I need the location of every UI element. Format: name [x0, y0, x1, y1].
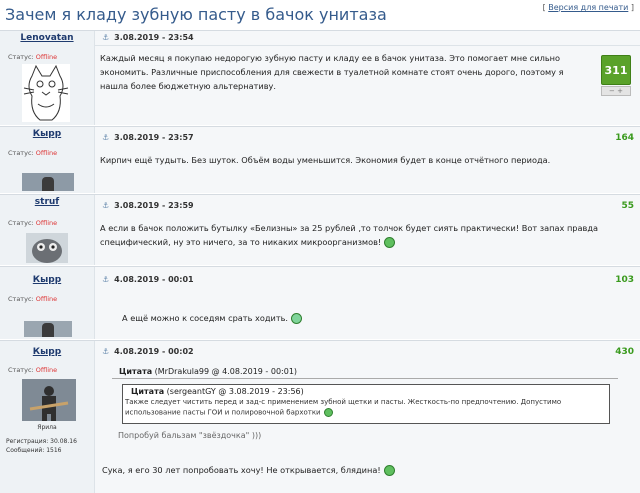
author-name[interactable]: Кырр — [0, 129, 94, 139]
post-body: А если в бачок положить бутылку «Белизны… — [100, 223, 599, 248]
post: struf Статус: Offline ⚓ 3.08.2019 - 23:59… — [0, 194, 640, 265]
topic-header: Зачем я кладу зубную пасту в бачок унита… — [0, 0, 640, 31]
post-header: ⚓ 3.08.2019 - 23:59 55 — [94, 195, 640, 211]
avatar-caption: Ярила — [37, 424, 57, 431]
quote-inner: Цитата (sergeantGY @ 3.08.2019 - 23:56) … — [122, 384, 610, 424]
post-rating: 55 — [621, 201, 634, 211]
post-date: ⚓ 3.08.2019 - 23:59 — [102, 201, 194, 210]
vote-minus-button[interactable]: − — [609, 87, 615, 95]
avatar[interactable] — [22, 173, 74, 191]
author-status: Статус: Offline — [8, 53, 58, 61]
avatar[interactable] — [26, 233, 68, 263]
smiley-icon — [384, 237, 396, 248]
author-status: Статус: Offline — [8, 149, 58, 157]
author-registration: Регистрация: 30.08.16 — [6, 438, 77, 445]
quote-outer: Цитата (MrDrakula99 @ 4.08.2019 - 00:01)… — [112, 367, 618, 453]
post-body: Кирпич ещё тудыть. Без шуток. Объём воды… — [100, 155, 551, 165]
author-status: Статус: Offline — [8, 366, 58, 374]
print-version-link[interactable]: Версия для печати — [548, 3, 628, 12]
post-author-panel: Кырр Статус: Offline Ярила Регистрация: … — [0, 341, 95, 493]
post-rating: 164 — [615, 133, 634, 143]
vote-buttons: − + — [601, 86, 631, 96]
post-author-panel: struf Статус: Offline — [0, 195, 95, 265]
post-header: ⚓ 4.08.2019 - 00:01 103 — [94, 267, 640, 285]
avatar-figure — [42, 323, 54, 337]
post-date: ⚓ 4.08.2019 - 00:02 — [102, 347, 194, 356]
pin-icon[interactable]: ⚓ — [102, 275, 109, 284]
smiley-icon — [323, 407, 333, 417]
quote-outer-header: Цитата (MrDrakula99 @ 4.08.2019 - 00:01) — [119, 367, 298, 376]
guitarist-photo-icon — [22, 379, 76, 421]
post-author-panel: Кырр Статус: Offline — [0, 267, 95, 339]
author-name[interactable]: struf — [0, 197, 94, 207]
topic-title: Зачем я кладу зубную пасту в бачок унита… — [5, 5, 387, 24]
quote-outer-text: Попробуй бальзам "звёздочка" ))) — [118, 431, 262, 440]
author-post-count: Сообщений: 1516 — [6, 447, 62, 454]
post-body: А ещё можно к соседям срать ходить. — [122, 311, 628, 325]
avatar[interactable] — [22, 379, 76, 421]
print-version: [ Версия для печати ] — [542, 3, 634, 12]
vote-widget: 311 − + — [601, 55, 631, 97]
post-body: Сука, я его 30 лет попробовать хочу! Не … — [102, 463, 628, 477]
post-date: ⚓ 3.08.2019 - 23:57 — [102, 133, 194, 142]
author-status: Статус: Offline — [8, 219, 58, 227]
author-name[interactable]: Lenovatan — [0, 33, 94, 43]
cat-drawing-icon — [23, 64, 69, 121]
pin-icon[interactable]: ⚓ — [102, 347, 109, 356]
avatar[interactable] — [24, 321, 72, 337]
vote-plus-button[interactable]: + — [617, 87, 623, 95]
author-status: Статус: Offline — [8, 295, 58, 303]
owl-icon — [32, 239, 62, 263]
post: Кырр Статус: Offline ⚓ 3.08.2019 - 23:57 … — [0, 126, 640, 193]
pin-icon[interactable]: ⚓ — [102, 33, 109, 42]
smiley-icon — [383, 465, 395, 476]
post-date: ⚓ 4.08.2019 - 00:01 — [102, 275, 194, 284]
author-name[interactable]: Кырр — [0, 347, 94, 357]
avatar[interactable] — [22, 64, 70, 122]
post-author-panel: Lenovatan Статус: Offline — [0, 31, 95, 125]
post-header: ⚓ 3.08.2019 - 23:57 164 — [94, 127, 640, 143]
avatar-figure — [42, 177, 54, 191]
post-header: ⚓ 4.08.2019 - 00:02 430 — [94, 341, 640, 357]
post-rating: 103 — [615, 275, 634, 285]
post-author-panel: Кырр Статус: Offline — [0, 127, 95, 193]
pin-icon[interactable]: ⚓ — [102, 133, 109, 142]
post-header: ⚓ 3.08.2019 - 23:54 — [94, 31, 640, 46]
post-body: Каждый месяц я покупаю недорогую зубную … — [100, 53, 564, 91]
pin-icon[interactable]: ⚓ — [102, 201, 109, 210]
post: Lenovatan Статус: Offline ⚓ 3.08.2019 - 2… — [0, 30, 640, 125]
quote-inner-header: Цитата (sergeantGY @ 3.08.2019 - 23:56) — [131, 387, 304, 396]
post-rating: 311 — [601, 55, 631, 85]
post: Кырр Статус: Offline ⚓ 4.08.2019 - 00:01 … — [0, 266, 640, 339]
post-rating: 430 — [615, 347, 634, 357]
quote-inner-text: Также следует чистить перед и зад-с прим… — [125, 398, 562, 417]
smiley-icon — [291, 313, 303, 324]
post-date: ⚓ 3.08.2019 - 23:54 — [102, 33, 194, 42]
author-name[interactable]: Кырр — [0, 275, 94, 285]
